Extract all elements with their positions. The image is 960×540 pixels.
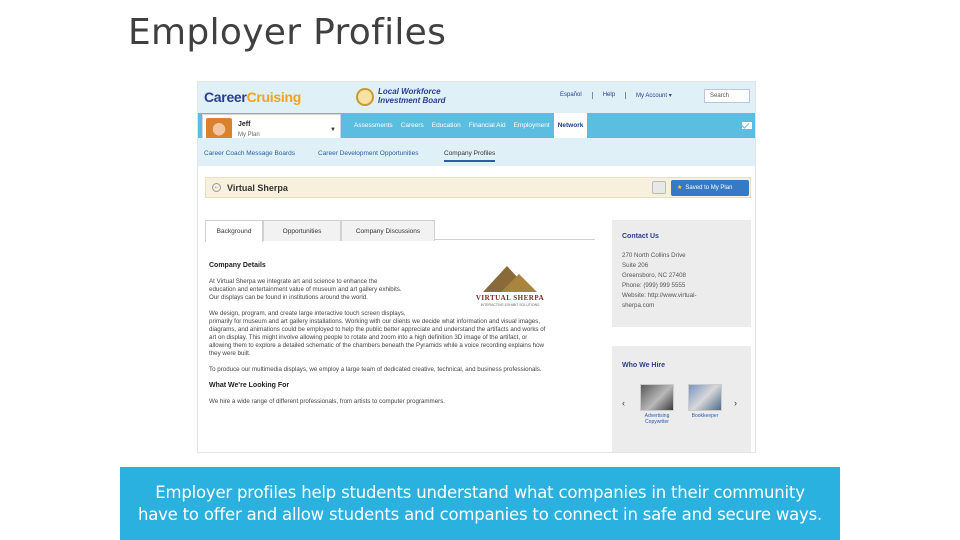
who-we-hire-panel: Who We Hire ‹ Advertising Copywriter Boo… xyxy=(612,346,751,452)
print-icon[interactable] xyxy=(652,181,666,194)
chevron-left-icon[interactable]: ‹ xyxy=(622,398,625,408)
search-input[interactable]: Search xyxy=(704,89,750,103)
nav-item-employment[interactable]: Employment xyxy=(510,113,554,138)
board-emblem-icon xyxy=(356,88,374,106)
nav-item-education[interactable]: Education xyxy=(428,113,465,138)
top-bar: CareerCruising Local Workforce Investmen… xyxy=(198,82,755,113)
text-line: art on display. This might involve allow… xyxy=(209,334,528,341)
tab-company-discussions[interactable]: Company Discussions xyxy=(341,220,435,241)
link-espanol[interactable]: Español xyxy=(550,92,593,99)
logo-text-1: Career xyxy=(204,89,247,105)
text-line: primarily for museum and art gallery ins… xyxy=(209,318,541,325)
sub-nav: Career Coach Message Boards Career Devel… xyxy=(198,138,755,166)
tab-bar: Background Opportunities Company Discuss… xyxy=(205,220,595,242)
text-line: allowing them to explore a detailed sche… xyxy=(209,342,544,349)
tab-background[interactable]: Background xyxy=(205,220,263,242)
contact-panel: Contact Us 270 North Collins Drive Suite… xyxy=(612,220,751,327)
mail-icon[interactable] xyxy=(742,122,752,129)
slide-title: Employer Profiles xyxy=(128,12,447,53)
team-paragraph: To produce our multimedia displays, we e… xyxy=(209,366,542,373)
text-line: education and entertainment value of mus… xyxy=(209,286,402,293)
hire-caption-copywriter[interactable]: Advertising Copywriter xyxy=(635,413,679,425)
board-line-1: Local Workforce xyxy=(378,87,441,96)
contact-website[interactable]: Website: http://www.virtual- xyxy=(622,291,746,301)
top-links: Español Help My Account ▾ xyxy=(550,92,682,99)
link-my-account[interactable]: My Account ▾ xyxy=(626,92,682,99)
text-line: diagrams, and animations could be employ… xyxy=(209,326,546,333)
text-line: At Virtual Sherpa we integrate art and s… xyxy=(209,278,378,285)
caption-line-2: have to offer and allow students and com… xyxy=(137,505,823,524)
contact-address: 270 North Collins Drive xyxy=(622,252,686,259)
saved-to-plan-button[interactable]: ★ Saved to My Plan xyxy=(671,180,749,196)
design-paragraph: We design, program, and create large int… xyxy=(209,310,589,358)
bookkeeper-thumbnail[interactable] xyxy=(688,384,722,411)
text-line: Our displays can be found in institution… xyxy=(209,294,368,301)
company-name: Virtual Sherpa xyxy=(227,183,288,193)
main-nav: Jeff My Plan ▼ Assessments Careers Educa… xyxy=(198,113,755,145)
star-icon: ★ xyxy=(677,185,683,191)
company-details-heading: Company Details xyxy=(209,262,266,269)
hiring-paragraph: We hire a wide range of different profes… xyxy=(209,398,446,405)
saved-label: Saved to My Plan xyxy=(685,185,733,191)
chevron-right-icon[interactable]: › xyxy=(734,398,737,408)
hire-caption-bookkeeper[interactable]: Bookkeeper xyxy=(683,413,727,419)
contact-website-cont[interactable]: sherpa.com xyxy=(622,301,746,311)
text-line: We design, program, and create large int… xyxy=(209,310,406,317)
text-line: they were built. xyxy=(209,350,251,357)
looking-for-heading: What We're Looking For xyxy=(209,382,290,389)
contact-city: Greensboro, NC 27408 xyxy=(622,272,686,279)
contact-suite: Suite 206 xyxy=(622,262,649,269)
user-name: Jeff xyxy=(238,121,251,128)
who-we-hire-title: Who We Hire xyxy=(622,362,666,369)
back-arrow-icon[interactable]: ← xyxy=(212,183,221,192)
career-cruising-logo[interactable]: CareerCruising xyxy=(204,89,301,105)
nav-item-careers[interactable]: Careers xyxy=(397,113,428,138)
nav-item-network[interactable]: Network xyxy=(553,113,588,138)
logo-text-2: Cruising xyxy=(246,89,302,105)
intro-paragraph: At Virtual Sherpa we integrate art and s… xyxy=(209,278,589,302)
copywriter-thumbnail[interactable] xyxy=(640,384,674,411)
career-cruising-screenshot: CareerCruising Local Workforce Investmen… xyxy=(197,81,756,453)
subnav-item-message-boards[interactable]: Career Coach Message Boards xyxy=(204,150,295,157)
link-help[interactable]: Help xyxy=(593,92,627,99)
subnav-item-company-profiles[interactable]: Company Profiles xyxy=(444,150,496,162)
contact-details: 270 North Collins Drive Suite 206 Greens… xyxy=(622,251,746,311)
nav-item-assessments[interactable]: Assessments xyxy=(350,113,397,138)
tab-opportunities[interactable]: Opportunities xyxy=(263,220,341,241)
caption-line-1: Employer profiles help students understa… xyxy=(155,483,805,502)
contact-phone: Phone: (999) 999 5555 xyxy=(622,282,686,289)
board-line-2: Investment Board xyxy=(378,96,446,105)
subnav-item-development-opportunities[interactable]: Career Development Opportunities xyxy=(318,150,418,157)
nav-items: Assessments Careers Education Financial … xyxy=(350,113,588,138)
company-header-bar: ← Virtual Sherpa ★ Saved to My Plan xyxy=(205,177,751,198)
contact-title: Contact Us xyxy=(622,233,659,240)
chevron-down-icon[interactable]: ▼ xyxy=(330,127,336,133)
background-content: Company Details At Virtual Sherpa we int… xyxy=(209,262,589,406)
nav-item-financial-aid[interactable]: Financial Aid xyxy=(465,113,510,138)
workforce-board-name: Local Workforce Investment Board xyxy=(378,87,446,105)
caption-banner: Employer profiles help students understa… xyxy=(120,467,840,540)
